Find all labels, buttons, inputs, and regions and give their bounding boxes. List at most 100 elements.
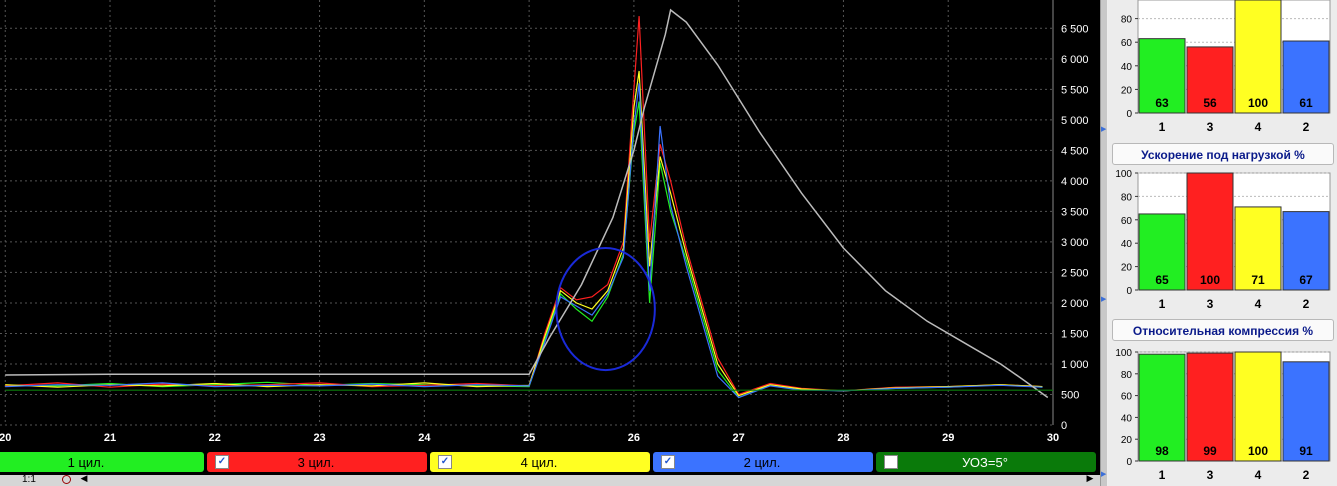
y-tick-label: 5 000 bbox=[1061, 115, 1089, 127]
y-tick-label: 4 500 bbox=[1061, 145, 1089, 157]
bar-category-label: 2 bbox=[1303, 120, 1310, 134]
scale-readout: 1:1 bbox=[22, 474, 36, 485]
series-line-rpm bbox=[5, 8, 1049, 399]
x-tick-label: 29 bbox=[942, 432, 954, 444]
splitter-arrow-icon[interactable]: ▶ bbox=[1101, 125, 1106, 133]
bar-category-label: 4 bbox=[1255, 120, 1262, 134]
bar-y-tick-label: 20 bbox=[1121, 435, 1133, 446]
panel-splitter[interactable]: ▶ ▶ ▶ bbox=[1100, 0, 1108, 486]
checkbox-icon[interactable]: ✓ bbox=[215, 455, 229, 469]
bar-category-label: 2 bbox=[1303, 297, 1310, 311]
checkbox-icon[interactable]: ✓ bbox=[438, 455, 452, 469]
x-tick-label: 26 bbox=[628, 432, 640, 444]
legend-label: 1 цил. bbox=[67, 454, 105, 470]
bar-value-label: 56 bbox=[1203, 96, 1217, 110]
cylinder-stats-panel: 0 20 40 60 80 63 1 56 3 100 4 61 2 Ускорение под наг… bbox=[1108, 0, 1337, 486]
scroll-right-icon[interactable]: ▶ bbox=[1084, 473, 1096, 485]
splitter-arrow-icon[interactable]: ▶ bbox=[1101, 295, 1106, 303]
legend-label: 2 цил. bbox=[743, 454, 781, 470]
bar-category-label: 1 bbox=[1159, 468, 1166, 482]
bar-value-label: 100 bbox=[1248, 444, 1268, 458]
bar-value-label: 71 bbox=[1251, 273, 1265, 287]
legend-label: УОЗ=5° bbox=[962, 454, 1008, 470]
bar-category-label: 3 bbox=[1207, 297, 1214, 311]
series-line-3 цил. bbox=[5, 16, 1043, 396]
oscillogram-svg[interactable]: 20 21 22 23 24 25 26 27 28 29 300 500 1 000 1 500 2 00… bbox=[0, 0, 1100, 450]
bar-y-tick-label: 20 bbox=[1121, 263, 1133, 274]
x-tick-label: 24 bbox=[418, 432, 431, 444]
y-tick-label: 2 500 bbox=[1061, 267, 1089, 279]
bar-y-tick-label: 60 bbox=[1121, 392, 1133, 403]
x-tick-label: 23 bbox=[313, 432, 325, 444]
acceleration-bar-chart: 0 20 40 60 80 100 65 1 100 3 71 4 67 2 bbox=[1115, 169, 1331, 311]
legend-label: 4 цил. bbox=[520, 454, 558, 470]
x-tick-label: 25 bbox=[523, 432, 535, 444]
legend-channel-4[interactable]: ✓ 4 цил. bbox=[430, 452, 650, 472]
bar-value-label: 63 bbox=[1155, 96, 1169, 110]
bar-y-tick-label: 40 bbox=[1121, 413, 1133, 424]
y-tick-label: 6 000 bbox=[1061, 54, 1089, 66]
bar-y-tick-label: 0 bbox=[1126, 109, 1132, 120]
y-tick-label: 1 500 bbox=[1061, 328, 1089, 340]
checkbox-icon[interactable] bbox=[884, 455, 898, 469]
legend-label: 3 цил. bbox=[297, 454, 335, 470]
scroll-left-icon[interactable]: ◀ bbox=[78, 473, 90, 485]
x-tick-label: 22 bbox=[209, 432, 221, 444]
splitter-arrow-icon[interactable]: ▶ bbox=[1101, 470, 1106, 478]
x-tick-label: 28 bbox=[837, 432, 849, 444]
legend-channel-3[interactable]: ✓ 3 цил. bbox=[207, 452, 427, 472]
bar-y-tick-label: 100 bbox=[1115, 169, 1132, 180]
bar-y-tick-label: 40 bbox=[1121, 62, 1133, 73]
bar-category-label: 4 bbox=[1255, 468, 1262, 482]
bar-value-label: 61 bbox=[1299, 96, 1313, 110]
acceleration-chart-title: Ускорение под нагрузкой % bbox=[1112, 143, 1334, 165]
series-line-2 цил. bbox=[5, 83, 1043, 399]
x-tick-label: 21 bbox=[104, 432, 116, 444]
y-tick-label: 1 000 bbox=[1061, 359, 1089, 371]
main-oscillogram-plot[interactable]: 20 21 22 23 24 25 26 27 28 29 30 0 500 1 000 1 500 2 00… bbox=[0, 0, 1100, 450]
bar-category-label: 4 bbox=[1255, 297, 1262, 311]
bar-y-tick-label: 80 bbox=[1121, 370, 1133, 381]
bar-y-tick-label: 20 bbox=[1121, 85, 1133, 96]
compression-chart-title: Относительная компрессия % bbox=[1112, 319, 1334, 341]
x-tick-label: 30 bbox=[1047, 432, 1059, 444]
legend-channel-2[interactable]: ✓ 2 цил. bbox=[653, 452, 873, 472]
bar-category-label: 3 bbox=[1207, 120, 1214, 134]
bar-y-tick-label: 0 bbox=[1126, 286, 1132, 297]
bar-y-tick-label: 100 bbox=[1115, 348, 1132, 359]
bar-y-tick-label: 0 bbox=[1126, 457, 1132, 468]
bar-value-label: 100 bbox=[1200, 273, 1220, 287]
bar-category-label: 3 bbox=[1207, 468, 1214, 482]
zoom-icon[interactable] bbox=[62, 475, 71, 484]
x-tick-label: 27 bbox=[733, 432, 745, 444]
bar-value-label: 98 bbox=[1155, 444, 1169, 458]
bar-y-tick-label: 60 bbox=[1121, 216, 1133, 227]
legend-channel-1[interactable]: ✓ 1 цил. bbox=[0, 452, 204, 472]
y-tick-label: 500 bbox=[1061, 389, 1079, 401]
bar-y-tick-label: 40 bbox=[1121, 239, 1133, 250]
x-tick-label: 20 bbox=[0, 432, 11, 444]
checkbox-icon[interactable]: ✓ bbox=[661, 455, 675, 469]
legend-uoz[interactable]: УОЗ=5° bbox=[876, 452, 1096, 472]
bar-value-label: 91 bbox=[1299, 444, 1313, 458]
compression-bar-chart: 0 20 40 60 80 100 98 1 99 3 100 4 91 2 bbox=[1115, 348, 1331, 482]
series-line-1 цил. bbox=[5, 101, 1043, 399]
bar-value-label: 65 bbox=[1155, 273, 1169, 287]
bar-category-label: 1 bbox=[1159, 297, 1166, 311]
annotation-circle bbox=[555, 247, 656, 372]
bar-y-tick-label: 80 bbox=[1121, 15, 1133, 26]
bar-category-label: 2 bbox=[1303, 468, 1310, 482]
status-bar: 1:1 ◀ ▶ bbox=[0, 473, 1100, 486]
y-tick-label: 0 bbox=[1061, 420, 1067, 432]
bar-value-label: 67 bbox=[1299, 273, 1313, 287]
y-tick-label: 3 000 bbox=[1061, 237, 1089, 249]
y-tick-label: 6 500 bbox=[1061, 23, 1089, 35]
y-tick-label: 4 000 bbox=[1061, 176, 1089, 188]
bar-y-tick-label: 60 bbox=[1121, 38, 1133, 49]
y-tick-label: 5 500 bbox=[1061, 84, 1089, 96]
bar-category-label: 1 bbox=[1159, 120, 1166, 134]
channel-legend-bar: ✓ 1 цил. ✓ 3 цил. ✓ 4 цил. ✓ 2 цил. УОЗ=… bbox=[0, 450, 1100, 475]
power-balance-bar-chart: 0 20 40 60 80 63 1 56 3 100 4 61 2 bbox=[1121, 0, 1331, 134]
bar-y-tick-label: 80 bbox=[1121, 192, 1133, 203]
bar-value-label: 100 bbox=[1248, 96, 1268, 110]
